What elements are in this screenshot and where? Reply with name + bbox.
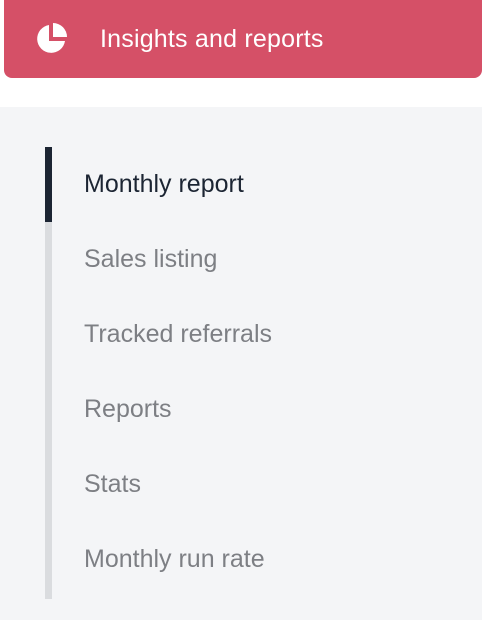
nav-item-sales-listing[interactable]: Sales listing <box>84 222 272 297</box>
nav-item-monthly-report[interactable]: Monthly report <box>84 147 272 222</box>
nav-active-indicator <box>45 147 52 222</box>
nav-item-tracked-referrals[interactable]: Tracked referrals <box>84 297 272 372</box>
nav-item-monthly-run-rate[interactable]: Monthly run rate <box>84 522 272 597</box>
nav-item-stats[interactable]: Stats <box>84 447 272 522</box>
header-title: Insights and reports <box>100 24 324 53</box>
reports-nav-list: Monthly report Sales listing Tracked ref… <box>84 147 272 597</box>
section-header[interactable]: Insights and reports <box>4 0 482 78</box>
pie-chart-icon <box>32 20 70 58</box>
nav-item-reports[interactable]: Reports <box>84 372 272 447</box>
reports-nav-panel: Monthly report Sales listing Tracked ref… <box>0 107 482 620</box>
